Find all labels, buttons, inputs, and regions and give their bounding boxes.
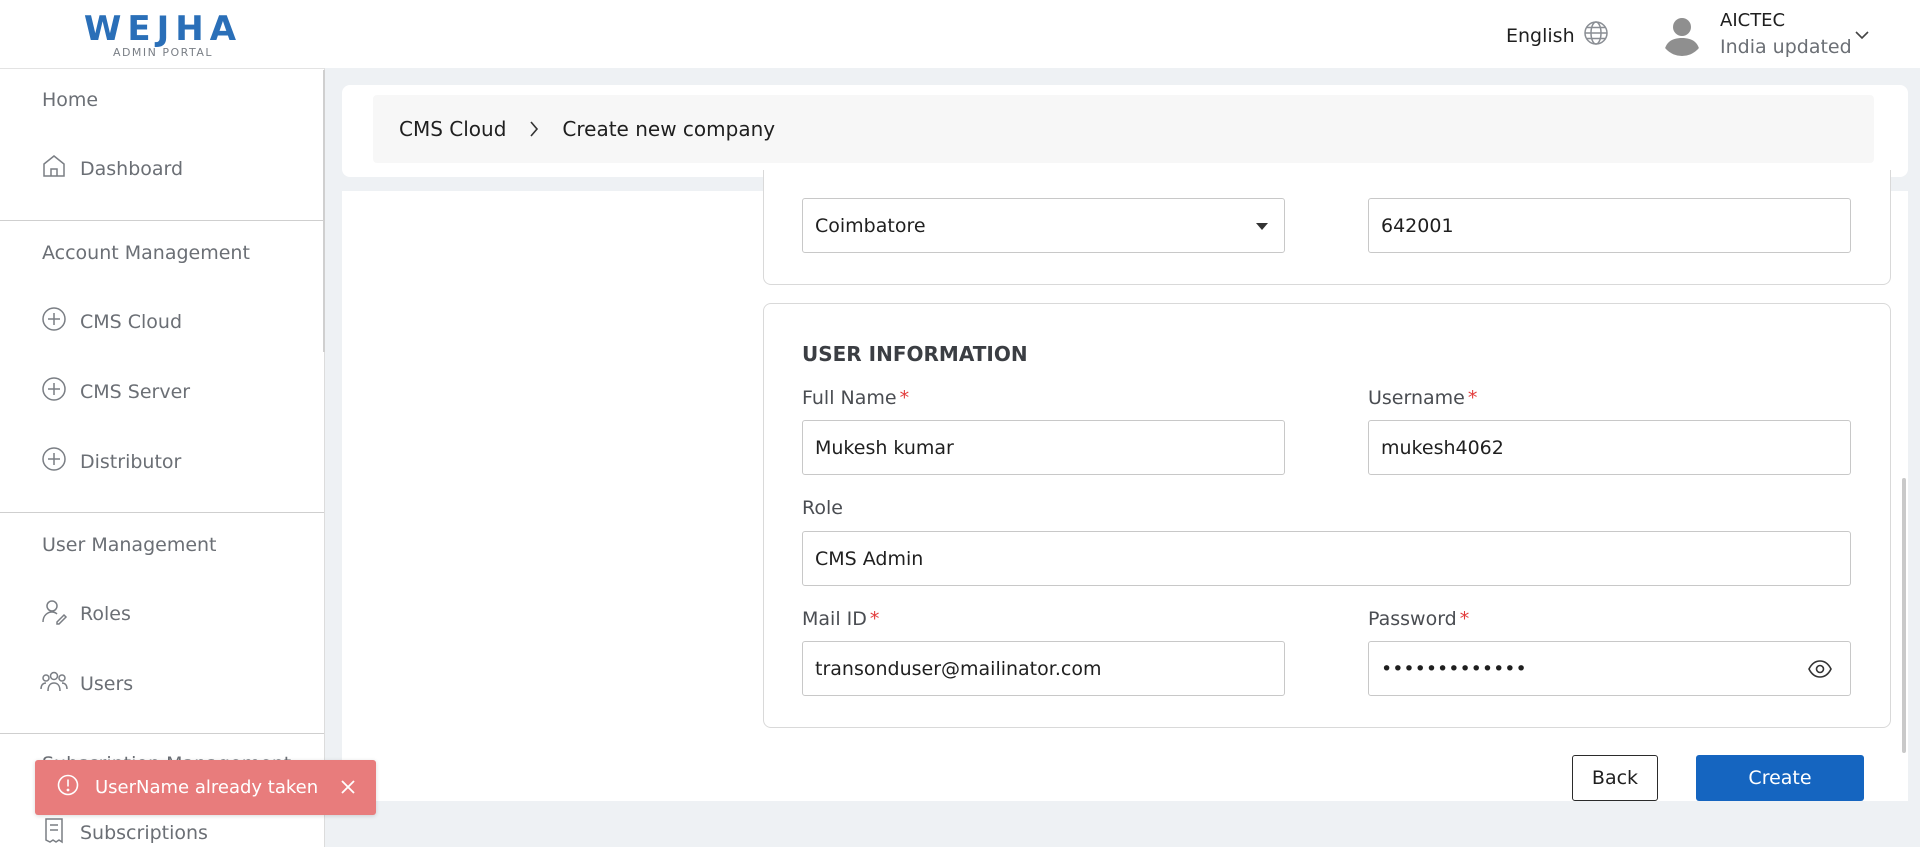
dropdown-arrow-icon (1256, 223, 1268, 230)
top-header: WEJHA ADMIN PORTAL English AICTEC India … (0, 0, 1920, 68)
breadcrumb-current: Create new company (562, 117, 776, 141)
language-selector[interactable]: English (1506, 20, 1609, 51)
divider (0, 733, 324, 734)
globe-icon (1583, 20, 1609, 51)
divider (0, 512, 324, 513)
sidebar-item-roles[interactable]: Roles (40, 597, 131, 630)
username-field[interactable]: mukesh4062 (1368, 420, 1851, 475)
user-org: India updated (1720, 36, 1852, 58)
user-menu[interactable]: AICTEC India updated (1660, 6, 1870, 62)
full-name-value: Mukesh kumar (815, 436, 954, 459)
password-value: ••••••••••••• (1381, 657, 1527, 680)
pincode-value: 642001 (1381, 214, 1454, 237)
receipt-icon (40, 816, 68, 847)
home-icon (40, 152, 68, 185)
sidebar-item-distributor[interactable]: Distributor (40, 445, 181, 478)
chevron-right-icon (528, 120, 540, 138)
sidebar-item-cms-server[interactable]: CMS Server (40, 375, 190, 408)
sidebar: Home Dashboard Account Management CMS Cl… (0, 68, 325, 847)
password-label: Password * (1368, 608, 1470, 630)
mail-id-value: transonduser@mailinator.com (815, 657, 1102, 680)
sidebar-scrollbar[interactable] (323, 70, 325, 352)
error-toast: UserName already taken (35, 760, 376, 815)
full-name-label: Full Name * (802, 387, 910, 409)
sidebar-section-account: Account Management (42, 242, 250, 264)
user-edit-icon (40, 597, 68, 630)
sidebar-item-dashboard[interactable]: Dashboard (40, 152, 183, 185)
plus-circle-icon (40, 305, 68, 338)
users-icon (40, 667, 68, 700)
user-name: AICTEC (1720, 10, 1786, 31)
sidebar-item-label: Dashboard (80, 157, 184, 180)
sidebar-item-cms-cloud[interactable]: CMS Cloud (40, 305, 182, 338)
sidebar-item-label: Users (80, 672, 134, 695)
password-field[interactable]: ••••••••••••• (1368, 641, 1851, 696)
sidebar-item-label: Roles (80, 602, 131, 625)
toast-message: UserName already taken (95, 777, 319, 798)
sidebar-item-label: CMS Cloud (80, 310, 183, 333)
sidebar-item-label: Subscriptions (80, 821, 208, 844)
city-select[interactable]: Coimbatore (802, 198, 1285, 253)
sidebar-item-users[interactable]: Users (40, 667, 133, 700)
back-button[interactable]: Back (1572, 755, 1658, 801)
sidebar-section-home: Home (42, 89, 99, 111)
main-scrollbar[interactable] (1902, 478, 1906, 753)
mail-id-field[interactable]: transonduser@mailinator.com (802, 641, 1285, 696)
close-icon[interactable] (340, 779, 356, 800)
plus-circle-icon (40, 445, 68, 478)
eye-icon[interactable] (1808, 660, 1832, 683)
plus-circle-icon (40, 375, 68, 408)
mail-id-label: Mail ID * (802, 608, 880, 630)
role-label: Role (802, 497, 843, 519)
logo-text: WEJHA (83, 9, 243, 49)
role-value: CMS Admin (815, 547, 924, 570)
logo[interactable]: WEJHA ADMIN PORTAL (62, 9, 264, 59)
breadcrumb: CMS Cloud Create new company (373, 95, 1874, 163)
username-value: mukesh4062 (1381, 436, 1504, 459)
chevron-down-icon[interactable] (1854, 26, 1870, 45)
sidebar-item-label: CMS Server (80, 380, 191, 403)
avatar (1660, 12, 1704, 56)
breadcrumb-parent[interactable]: CMS Cloud (399, 117, 506, 141)
role-field[interactable]: CMS Admin (802, 531, 1851, 586)
sidebar-section-user-management: User Management (42, 534, 217, 556)
create-button[interactable]: Create (1696, 755, 1864, 801)
sidebar-item-label: Distributor (80, 450, 182, 473)
username-label: Username * (1368, 387, 1478, 409)
full-name-field[interactable]: Mukesh kumar (802, 420, 1285, 475)
pincode-field[interactable]: 642001 (1368, 198, 1851, 253)
section-title: USER INFORMATION (802, 342, 1028, 366)
alert-circle-icon (57, 774, 79, 801)
city-value: Coimbatore (815, 214, 926, 237)
sidebar-item-subscriptions[interactable]: Subscriptions (40, 816, 208, 847)
language-label: English (1506, 24, 1575, 47)
divider (0, 220, 324, 221)
